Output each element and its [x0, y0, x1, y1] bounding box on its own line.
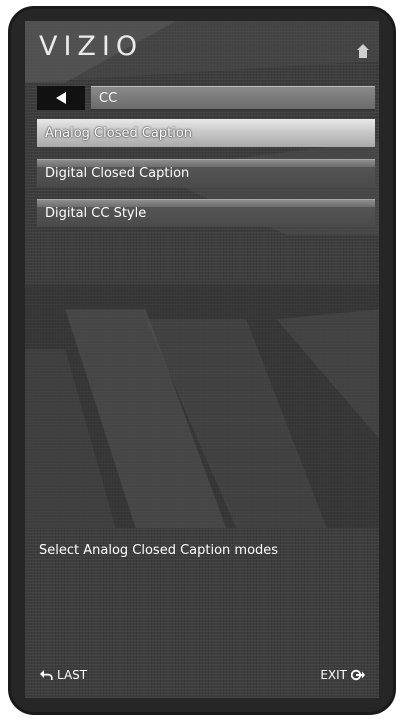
menu-item-label: Digital Closed Caption [45, 166, 190, 181]
footer: LAST EXIT [25, 652, 379, 698]
nav-bar: CC [37, 86, 375, 110]
menu-item-digital-closed-caption[interactable]: Digital Closed Caption [37, 159, 375, 187]
help-text: Select Analog Closed Caption modes [39, 543, 279, 558]
exit-button[interactable]: EXIT [320, 668, 365, 682]
breadcrumb-label: CC [99, 90, 118, 106]
last-label: LAST [57, 668, 88, 682]
breadcrumb: CC [91, 86, 375, 110]
menu-list: Analog Closed Caption Digital Closed Cap… [37, 119, 375, 239]
tv-frame: VIZIO CC Analog Closed Caption Digital C… [8, 6, 396, 715]
return-arrow-icon [40, 670, 53, 680]
last-button[interactable]: LAST [39, 668, 87, 682]
menu-screen: VIZIO CC Analog Closed Caption Digital C… [25, 21, 379, 698]
menu-item-analog-closed-caption[interactable]: Analog Closed Caption [37, 119, 375, 147]
back-button[interactable] [37, 86, 85, 110]
menu-item-label: Analog Closed Caption [45, 125, 193, 141]
menu-item-label: Digital CC Style [45, 206, 147, 221]
exit-label: EXIT [320, 668, 347, 682]
menu-item-digital-cc-style[interactable]: Digital CC Style [37, 199, 375, 227]
header: VIZIO [25, 21, 379, 77]
vizio-logo: VIZIO [39, 31, 144, 62]
exit-icon [351, 669, 365, 681]
back-arrow-icon [56, 92, 66, 104]
home-icon[interactable] [357, 43, 369, 58]
